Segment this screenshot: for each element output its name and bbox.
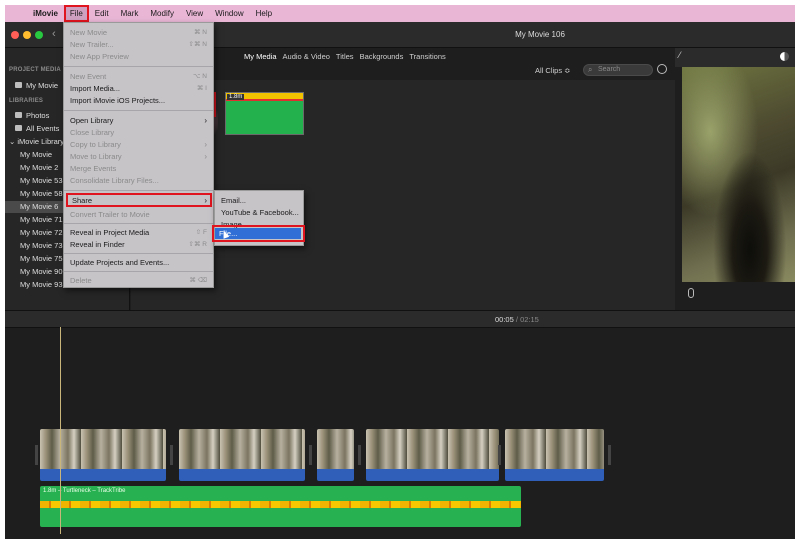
menu-item-merge-events: Merge Events (70, 164, 117, 173)
menu-item-convert-trailer: Convert Trailer to Movie (70, 210, 150, 219)
menu-separator (64, 66, 213, 67)
tab-transitions[interactable]: Transitions (406, 52, 448, 61)
viewer-toolbar (675, 48, 795, 67)
menu-separator (64, 223, 213, 224)
search-input[interactable]: Search (583, 64, 653, 76)
menu-mark[interactable]: Mark (115, 5, 145, 22)
audio-waveform (40, 501, 521, 508)
clip-handle[interactable] (35, 445, 38, 465)
clip-handle[interactable] (309, 445, 312, 465)
browser-tabs: My Media Audio & Video Titles Background… (241, 52, 449, 61)
tab-backgrounds[interactable]: Backgrounds (357, 52, 407, 61)
window-title: My Movie 106 (515, 30, 565, 39)
menu-item-new-movie: New Movie ⌘ N (70, 28, 207, 37)
project-media-header: PROJECT MEDIA (9, 67, 61, 73)
menu-separator (64, 271, 213, 272)
menu-separator (64, 110, 213, 111)
playhead[interactable] (60, 327, 61, 534)
submenu-arrow-icon: › (204, 116, 207, 125)
menu-help[interactable]: Help (250, 5, 278, 22)
back-icon[interactable]: ‹ (52, 28, 56, 40)
clips-filter-select[interactable]: All Clips ≎ (535, 66, 570, 75)
magic-wand-icon[interactable]: ⁄ (679, 50, 681, 60)
clip-duration-badge: 1.8m (227, 94, 245, 100)
share-youtube-facebook-item[interactable]: YouTube & Facebook... (221, 207, 305, 218)
menu-item-update-projects[interactable]: Update Projects and Events... (70, 257, 209, 268)
menu-file[interactable]: File (63, 5, 89, 22)
menu-window[interactable]: Window (209, 5, 249, 22)
menu-item-import-ios-projects[interactable]: Import iMovie iOS Projects... (70, 95, 209, 106)
menu-item-new-trailer: New Trailer... ⇧⌘ N (70, 40, 207, 49)
clip-handle[interactable] (170, 445, 173, 465)
audio-clip-label: 1.8m – Turtleneck – TrackTribe (43, 488, 126, 494)
menu-item-reveal-in-project-media[interactable]: Reveal in Project Media ⇧ F (70, 227, 209, 238)
menu-item-new-app-preview: New App Preview (70, 52, 129, 61)
menu-modify[interactable]: Modify (144, 5, 180, 22)
color-balance-icon[interactable] (780, 52, 789, 61)
timeline-toolbar: 00:05 / 02:15 (5, 310, 795, 328)
screen-frame: iMovie File Edit Mark Modify View Window… (5, 5, 795, 539)
close-window-button[interactable] (11, 31, 19, 39)
submenu-arrow-icon: › (204, 196, 207, 205)
search-icon: ⌕ (588, 65, 593, 74)
microphone-icon[interactable] (688, 288, 694, 298)
share-email-item[interactable]: Email... (221, 195, 305, 206)
menu-edit[interactable]: Edit (89, 5, 115, 22)
tab-my-media[interactable]: My Media (241, 52, 280, 61)
settings-icon[interactable] (657, 64, 667, 74)
libraries-header: LIBRARIES (9, 98, 44, 104)
clip-handle[interactable] (498, 445, 501, 465)
menu-item-delete: Delete ⌘ ⌫ (70, 276, 207, 285)
tab-titles[interactable]: Titles (333, 52, 357, 61)
menu-app[interactable]: iMovie (27, 5, 64, 22)
menu-item-import-media[interactable]: Import Media... ⌘ I (70, 83, 209, 94)
menu-item-copy-to-library: Copy to Library › (70, 140, 207, 149)
timecode: 00:05 / 02:15 (495, 315, 539, 324)
menu-bar: iMovie File Edit Mark Modify View Window… (5, 5, 795, 22)
video-clip[interactable] (366, 429, 499, 481)
menu-separator (64, 190, 213, 191)
video-viewer (682, 67, 795, 282)
menu-item-share[interactable]: Share › (66, 193, 212, 207)
file-menu-dropdown: New Movie ⌘ N New Trailer... ⇧⌘ N New App … (63, 22, 214, 288)
zoom-window-button[interactable] (35, 31, 43, 39)
video-clip[interactable] (317, 429, 354, 481)
menu-item-open-library[interactable]: Open Library › (70, 115, 209, 126)
menu-item-consolidate-library: Consolidate Library Files... (70, 176, 159, 185)
menu-separator (64, 253, 213, 254)
video-clip[interactable] (179, 429, 305, 481)
menu-item-new-event: New Event ⌥ N (70, 72, 207, 81)
menu-item-move-to-library: Move to Library › (70, 152, 207, 161)
clip-handle[interactable] (608, 445, 611, 465)
tab-audio-video[interactable]: Audio & Video (280, 52, 333, 61)
video-clip[interactable] (40, 429, 166, 481)
minimize-window-button[interactable] (23, 31, 31, 39)
video-clip[interactable] (505, 429, 604, 481)
submenu-arrow-icon: › (204, 140, 207, 149)
menu-item-close-library: Close Library (70, 128, 115, 137)
events-icon (15, 125, 22, 131)
film-icon (15, 82, 22, 88)
menu-item-reveal-in-finder[interactable]: Reveal in Finder ⇧⌘ R (70, 239, 209, 250)
photos-icon (15, 112, 22, 118)
menu-view[interactable]: View (180, 5, 209, 22)
submenu-arrow-icon: › (204, 152, 207, 161)
clip-handle[interactable] (358, 445, 361, 465)
